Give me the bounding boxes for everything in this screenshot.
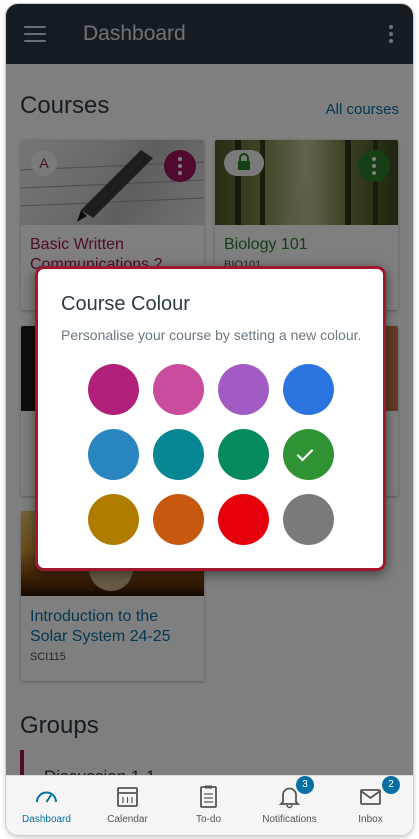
colour-swatch[interactable]	[218, 364, 269, 415]
colour-swatch[interactable]	[283, 364, 334, 415]
colour-swatch[interactable]	[88, 364, 139, 415]
course-colour-dialog: Course Colour Personalise your course by…	[35, 266, 386, 571]
notifications-badge: 3	[296, 776, 314, 794]
dialog-subtitle: Personalise your course by setting a new…	[61, 327, 362, 343]
colour-swatch[interactable]	[88, 494, 139, 545]
colour-swatch[interactable]	[283, 494, 334, 545]
colour-swatch[interactable]	[153, 364, 204, 415]
colour-swatch[interactable]	[283, 429, 334, 480]
colour-swatch[interactable]	[218, 429, 269, 480]
tab-label: To-do	[195, 814, 221, 825]
dialog-title: Course Colour	[61, 293, 190, 315]
colour-swatch[interactable]	[218, 494, 269, 545]
tab-label: Inbox	[358, 814, 383, 825]
colour-swatch[interactable]	[153, 494, 204, 545]
inbox-badge: 2	[382, 776, 400, 794]
tab-calendar[interactable]: Calendar	[87, 776, 168, 835]
tab-label: Dashboard	[22, 814, 71, 825]
tab-notifications[interactable]: 3 Notifications	[249, 776, 330, 835]
phone-frame: Dashboard Courses All courses A Basic W	[6, 4, 413, 835]
tab-label: Calendar	[107, 814, 148, 825]
tab-inbox[interactable]: 2 Inbox	[330, 776, 411, 835]
tab-dashboard[interactable]: Dashboard	[6, 776, 87, 835]
inbox-icon	[360, 789, 381, 805]
colour-swatch[interactable]	[88, 429, 139, 480]
bottom-tab-bar: Dashboard Calendar To-do 3 Notifications…	[6, 775, 413, 835]
todo-icon	[200, 785, 217, 808]
checkmark-icon	[296, 444, 314, 462]
tab-todo[interactable]: To-do	[168, 776, 249, 835]
colour-swatch[interactable]	[153, 429, 204, 480]
tab-label: Notifications	[262, 814, 317, 825]
dashboard-icon	[36, 791, 57, 803]
calendar-icon	[117, 787, 138, 807]
